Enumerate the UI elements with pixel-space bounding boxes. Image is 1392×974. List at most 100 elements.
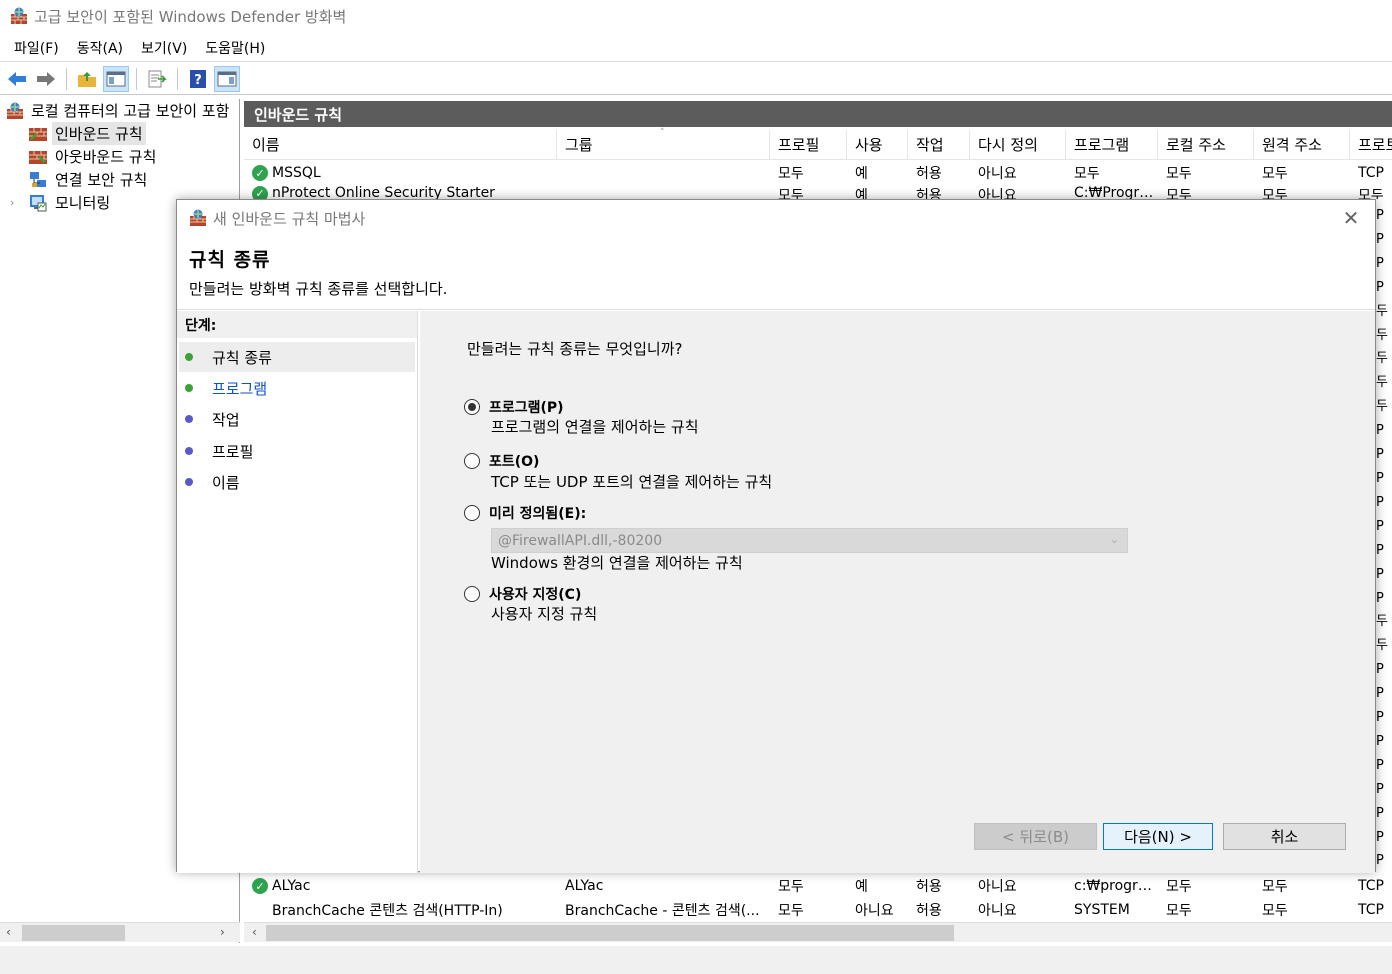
connection-security-icon — [30, 171, 46, 187]
back-arrow-icon[interactable] — [4, 66, 30, 92]
menu-file[interactable]: 파일(F) — [12, 36, 61, 60]
tree-root-label: 로컬 컴퓨터의 고급 보안이 포함 — [31, 102, 230, 120]
show-hide-action-pane-icon[interactable] — [214, 65, 240, 92]
menu-action[interactable]: 동작(A) — [75, 36, 125, 60]
cell-name: ✓ nProtect Online Security Starter — [244, 185, 557, 199]
help-icon[interactable]: ? — [185, 66, 211, 92]
dialog-subheading: 만들려는 방화벽 규칙 종류를 선택합니다. — [189, 280, 448, 298]
protocol-fragment: P — [1376, 590, 1384, 606]
option-program[interactable]: 프로그램(P) — [464, 397, 564, 417]
column-program[interactable]: 프로그램 — [1066, 129, 1158, 160]
protocol-fragment: P — [1376, 710, 1384, 726]
step-rule-type[interactable]: 규칙 종류 — [179, 342, 415, 372]
protocol-column-fragments: PPPP두두두두두PPPPPPPP두두PPPPPPPPP — [1376, 204, 1392, 874]
forward-arrow-icon[interactable] — [33, 66, 59, 92]
option-label[interactable]: 미리 정의됨(E): — [489, 503, 586, 523]
column-remote-address[interactable]: 원격 주소 — [1254, 129, 1350, 160]
option-label[interactable]: 포트(O) — [489, 451, 539, 471]
cell-name: ✓ ALYac — [244, 878, 557, 895]
export-list-icon[interactable] — [144, 66, 170, 92]
step-dot-icon — [185, 447, 193, 455]
option-custom[interactable]: 사용자 지정(C) — [464, 584, 581, 604]
protocol-fragment: P — [1376, 494, 1384, 510]
up-folder-icon[interactable] — [74, 66, 100, 92]
outbound-rules-icon — [29, 150, 47, 164]
cell-local: 모두 — [1166, 166, 1192, 182]
new-inbound-rule-wizard: 새 인바운드 규칙 마법사 ✕ 규칙 종류 만들려는 방화벽 규칙 종류를 선택… — [176, 199, 1376, 873]
radio-predefined[interactable] — [464, 505, 480, 521]
column-local-address[interactable]: 로컬 주소 — [1158, 129, 1254, 160]
firewall-app-icon — [11, 7, 27, 24]
option-predefined[interactable]: 미리 정의됨(E): — [464, 503, 586, 523]
monitoring-icon — [30, 194, 47, 211]
window-titlebar: 고급 보안이 포함된 Windows Defender 방화벽 — [0, 0, 1392, 32]
protocol-fragment: 두 — [1376, 614, 1388, 630]
step-dot-icon — [185, 415, 193, 423]
cell-program: SYSTEM — [1074, 902, 1130, 918]
scroll-left-icon[interactable]: ‹ — [6, 925, 11, 939]
table-row[interactable]: ✓ nProtect Online Security Starter 모두 예 허… — [244, 185, 1392, 199]
firewall-icon — [7, 102, 23, 119]
dialog-title: 새 인바운드 규칙 마법사 — [213, 209, 366, 228]
scrollbar-thumb[interactable] — [266, 925, 954, 941]
cell-protocol: 모두 — [1358, 188, 1384, 199]
menu-help[interactable]: 도움말(H) — [203, 36, 267, 60]
column-name[interactable]: 이름 — [244, 129, 557, 160]
step-profile: 프로필 — [179, 436, 415, 466]
step-program[interactable]: 프로그램 — [179, 373, 415, 403]
cell-override: 아니요 — [978, 879, 1017, 895]
radio-custom[interactable] — [464, 586, 480, 602]
cell-local: 모두 — [1166, 879, 1192, 895]
radio-port[interactable] — [464, 453, 480, 469]
tree-item-connection-security-rules[interactable]: 연결 보안 규칙 — [0, 168, 239, 191]
cell-remote: 모두 — [1262, 188, 1288, 199]
cell-name: ✓ MSSQL — [244, 165, 557, 182]
enabled-check-icon: ✓ — [252, 185, 268, 199]
cell-remote: 모두 — [1262, 903, 1288, 919]
column-protocol[interactable]: 프로토 — [1350, 130, 1392, 160]
back-button[interactable]: < 뒤로(B) — [974, 823, 1097, 850]
scroll-right-icon[interactable]: › — [220, 925, 225, 939]
column-action[interactable]: 작업 — [908, 129, 970, 160]
option-label[interactable]: 프로그램(P) — [489, 397, 564, 417]
scroll-left-icon[interactable]: ‹ — [252, 925, 257, 939]
cell-action: 허용 — [916, 903, 942, 919]
scrollbar-thumb[interactable] — [22, 925, 125, 941]
radio-program[interactable] — [464, 399, 480, 415]
tree-root[interactable]: 로컬 컴퓨터의 고급 보안이 포함 — [0, 99, 239, 122]
step-label: 작업 — [212, 410, 240, 429]
column-override[interactable]: 다시 정의 — [970, 129, 1066, 160]
table-row[interactable]: ✓ MSSQL 모두 예 허용 아니요 모두 모두 모두 TCP — [244, 161, 1392, 185]
tree-horizontal-scrollbar[interactable]: ‹ › — [0, 922, 240, 942]
status-bar — [0, 946, 1392, 974]
expand-chevron-icon[interactable]: › — [10, 196, 28, 209]
column-profile[interactable]: 프로필 — [770, 129, 847, 160]
option-label[interactable]: 사용자 지정(C) — [489, 584, 581, 604]
column-enabled[interactable]: 사용 — [847, 129, 908, 160]
rules-pane-title: 인바운드 규칙 — [254, 105, 343, 124]
next-button[interactable]: 다음(N) > — [1103, 823, 1213, 850]
close-icon[interactable]: ✕ — [1339, 206, 1363, 230]
rules-horizontal-scrollbar[interactable]: ‹ — [244, 922, 1392, 942]
menu-view[interactable]: 보기(V) — [139, 36, 189, 60]
table-row[interactable]: ✓ ALYac ALYac 모두 예 허용 아니요 c:₩progra... 모두… — [244, 874, 1392, 898]
tree-item-label: 연결 보안 규칙 — [55, 171, 148, 189]
step-label: 이름 — [212, 473, 240, 492]
cell-profile: 모두 — [778, 188, 804, 199]
show-hide-console-tree-icon[interactable] — [103, 65, 129, 92]
toolbar: ? — [0, 63, 1392, 95]
cell-override: 아니요 — [978, 188, 1017, 199]
tree-item-label: 아웃바운드 규칙 — [55, 148, 157, 166]
cell-program: c:₩progra... — [1074, 878, 1158, 894]
predefined-select[interactable]: @FirewallAPI.dll,-80200 ⌄ — [491, 528, 1128, 553]
rule-type-question: 만들려는 규칙 종류는 무엇입니까? — [467, 340, 683, 358]
tree-item-inbound-rules[interactable]: 인바운드 규칙 — [0, 122, 239, 145]
cell-protocol: TCP — [1358, 878, 1384, 894]
tree-item-outbound-rules[interactable]: 아웃바운드 규칙 — [0, 145, 239, 168]
option-port[interactable]: 포트(O) — [464, 451, 539, 471]
option-desc: Windows 환경의 연결을 제어하는 규칙 — [491, 554, 743, 572]
dialog-titlebar: 새 인바운드 규칙 마법사 — [177, 200, 1375, 236]
step-label: 프로그램 — [212, 379, 268, 398]
cancel-button[interactable]: 취소 — [1223, 823, 1346, 850]
table-row[interactable]: BranchCache 콘텐츠 검색(HTTP-In) BranchCache … — [244, 898, 1392, 922]
